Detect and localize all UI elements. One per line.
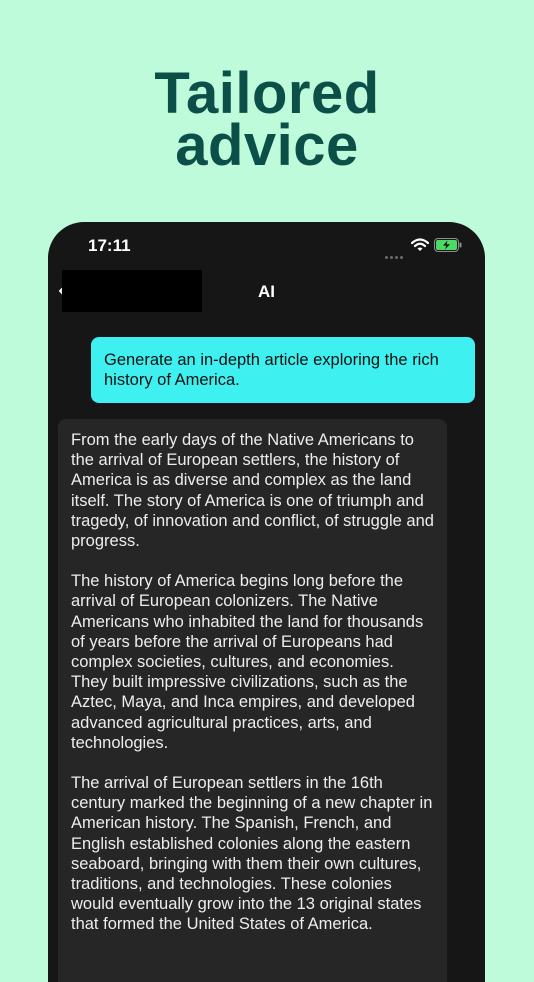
ai-response-bubble: From the early days of the Native Americ… bbox=[58, 419, 447, 982]
navigation-bar: AI bbox=[48, 270, 485, 314]
nav-title: AI bbox=[258, 282, 275, 301]
status-time: 17:11 bbox=[88, 236, 131, 255]
signal-dots-icon bbox=[385, 246, 405, 259]
ai-paragraph: The arrival of European settlers in the … bbox=[71, 774, 433, 934]
status-bar: 17:11 bbox=[48, 222, 485, 270]
marketing-headline: Tailored advice bbox=[0, 65, 534, 178]
user-message-text: Generate an in-depth article exploring t… bbox=[104, 351, 439, 389]
wifi-icon bbox=[411, 238, 429, 251]
user-message-bubble: Generate an in-depth article exploring t… bbox=[91, 337, 475, 403]
ai-paragraph: The history of America begins long befor… bbox=[71, 572, 424, 752]
ai-paragraph: From the early days of the Native Americ… bbox=[71, 431, 434, 551]
headline-line-2: advice bbox=[175, 113, 359, 178]
phone-screen: 17:11 AI Generate an in-depth article ex… bbox=[48, 222, 485, 982]
battery-charging-icon bbox=[434, 238, 462, 252]
